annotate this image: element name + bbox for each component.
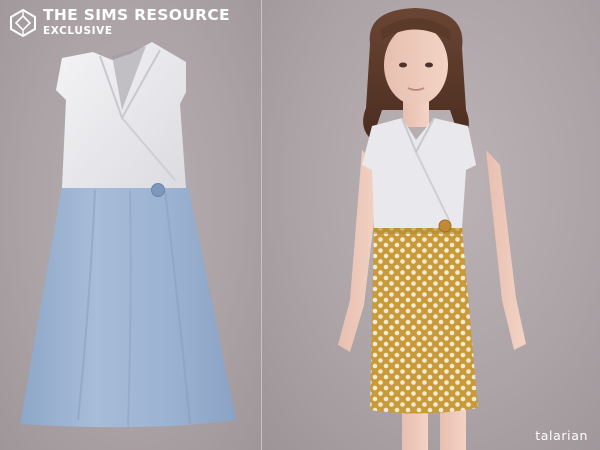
watermark-title: THE SIMS RESOURCE [43,6,230,24]
creator-credit: talarian [535,428,588,443]
tsr-diamond-icon [10,8,36,38]
watermark-subtitle: EXCLUSIVE [43,24,113,37]
tsr-watermark: THE SIMS RESOURCE EXCLUSIVE [8,6,230,38]
model-view: talarian [262,0,600,450]
model-illustration [338,8,526,450]
dress-illustration [20,42,236,429]
dress-product-view: THE SIMS RESOURCE EXCLUSIVE [0,0,262,450]
